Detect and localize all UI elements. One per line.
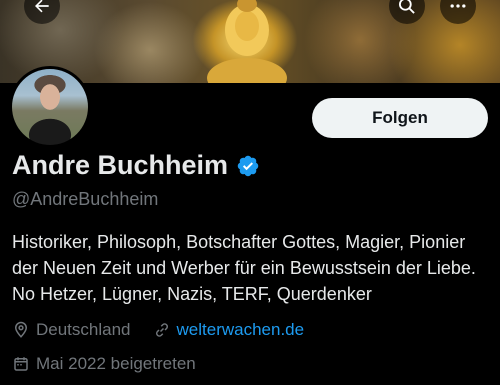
bio: Historiker, Philosoph, Botschafter Gotte… [12, 232, 476, 304]
more-options-icon [450, 4, 466, 8]
joined-date: Mai 2022 beigetreten [36, 354, 196, 373]
profile-banner[interactable] [0, 0, 500, 83]
back-arrow-icon [35, 0, 49, 13]
link-icon [155, 323, 168, 337]
joined-row: Mai 2022 beigetreten [12, 354, 196, 374]
buddha-statue-image [207, 0, 287, 83]
avatar-photo [12, 69, 88, 145]
website-link[interactable]: welterwachen.de [177, 320, 305, 340]
search-icon [399, 0, 415, 14]
display-name: Andre Buchheim [12, 150, 229, 180]
location: Deutschland [36, 320, 131, 339]
display-name-row: Andre Buchheim [12, 150, 260, 181]
verified-badge-icon[interactable] [236, 154, 260, 178]
calendar-icon [14, 357, 28, 371]
profile-meta-row: Deutschland welterwachen.de [12, 320, 304, 340]
location-pin-icon [14, 321, 28, 338]
follow-button[interactable]: Folgen [312, 98, 488, 138]
avatar[interactable] [9, 66, 91, 148]
handle: @AndreBuchheim [12, 189, 159, 209]
